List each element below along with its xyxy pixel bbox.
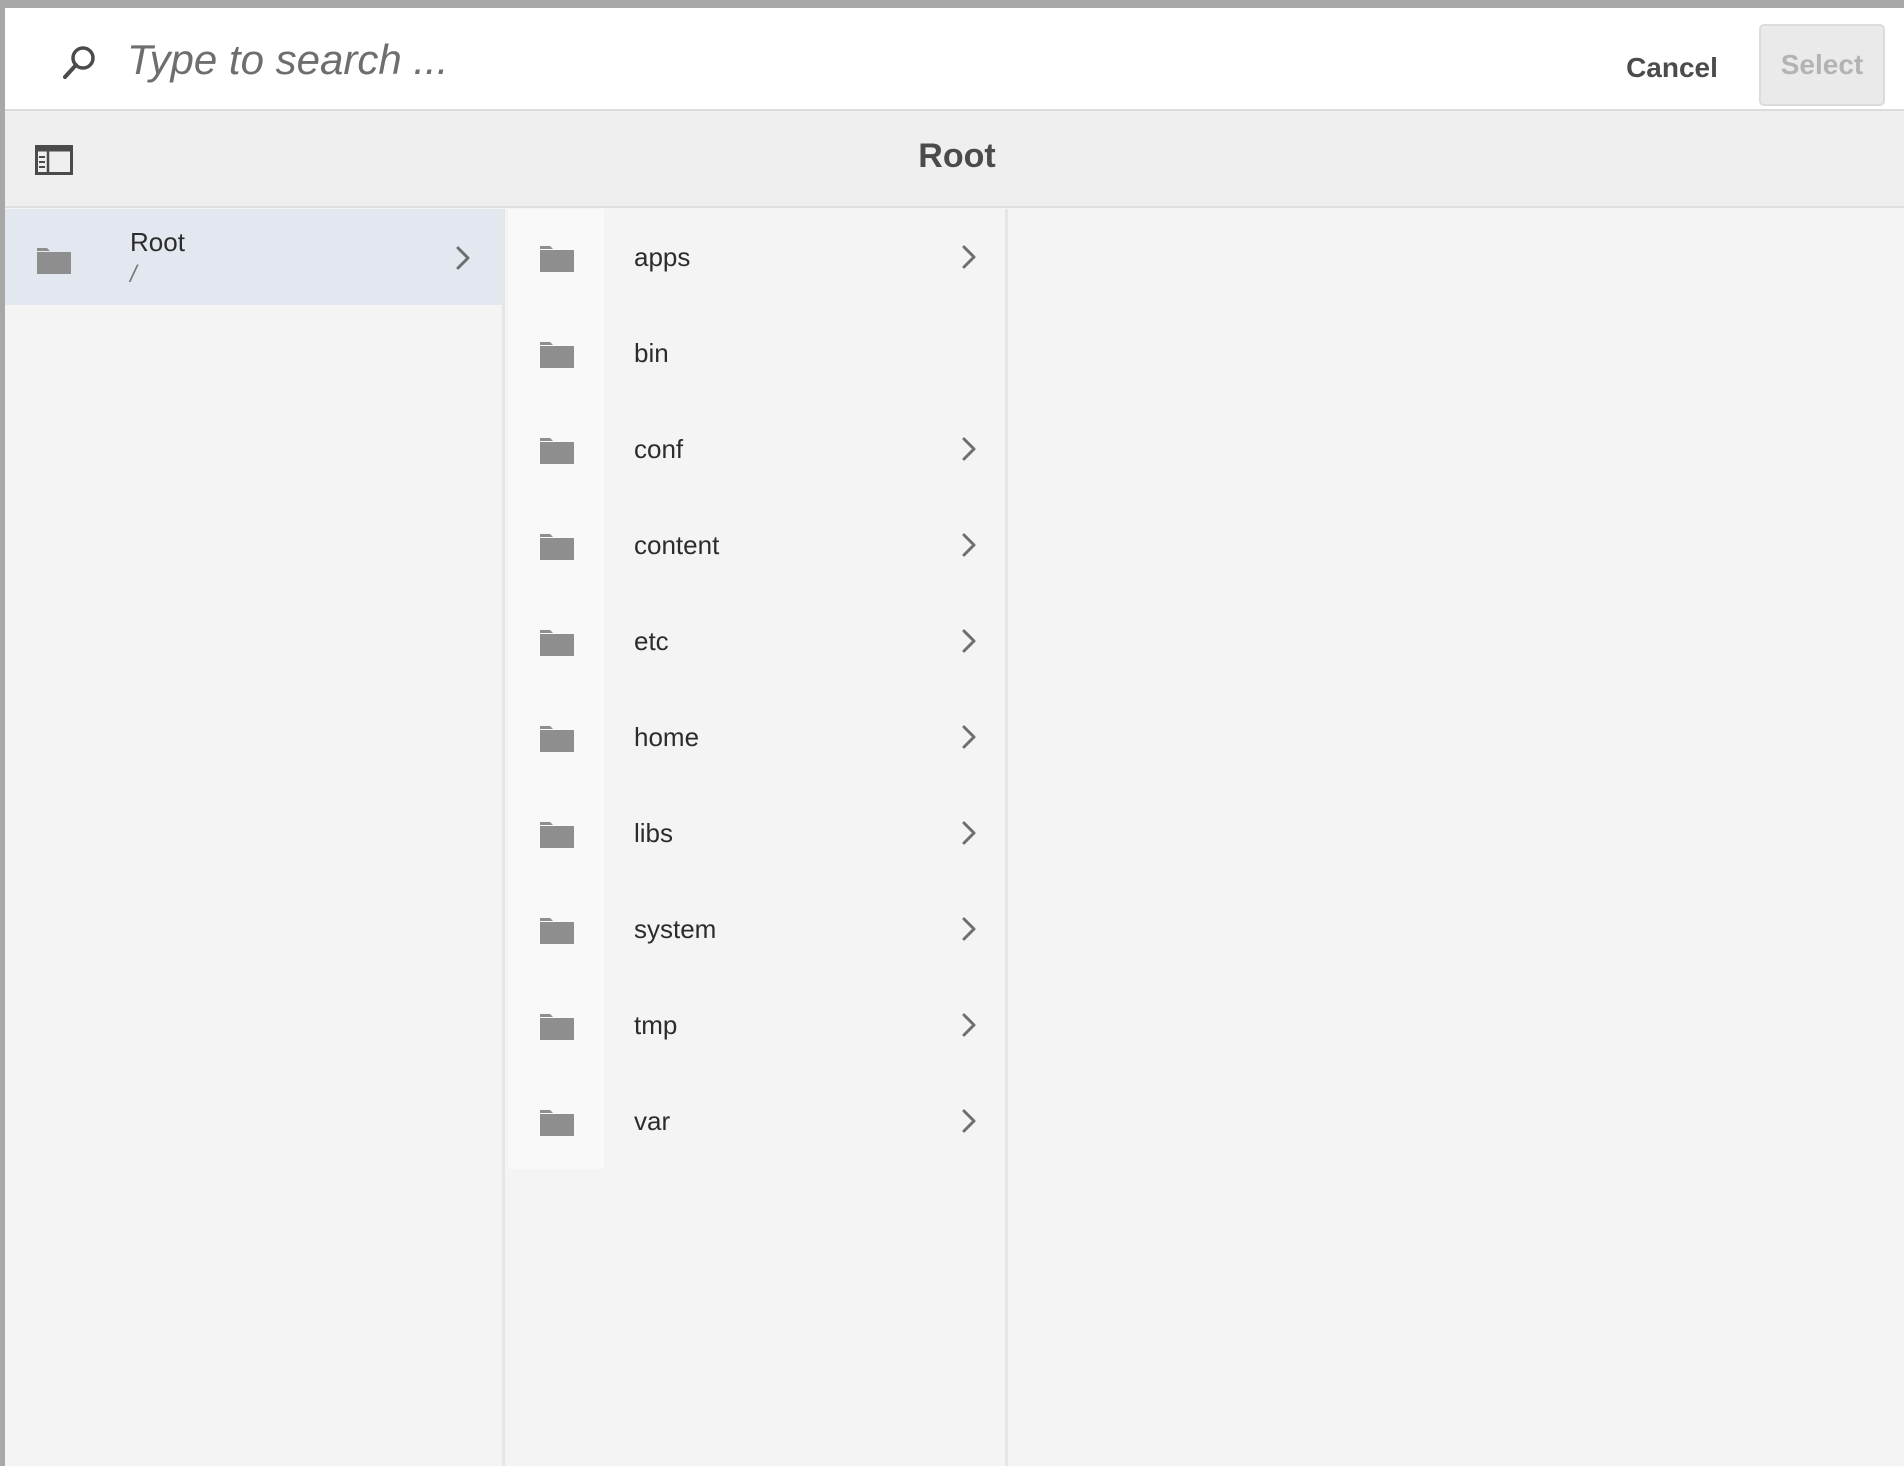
folder-icon bbox=[540, 918, 574, 944]
chevron-right-icon[interactable] bbox=[455, 245, 471, 271]
folder-icon bbox=[540, 246, 574, 272]
chevron-right-icon[interactable] bbox=[961, 820, 977, 846]
folder-icon bbox=[540, 534, 574, 560]
column-item-content[interactable]: content bbox=[508, 497, 1005, 593]
column-item-tmp[interactable]: tmp bbox=[508, 977, 1005, 1073]
column-item-root[interactable]: Root / bbox=[5, 209, 502, 305]
item-label: content bbox=[634, 530, 720, 560]
search-icon bbox=[63, 46, 95, 79]
cancel-button[interactable]: Cancel bbox=[1607, 30, 1737, 106]
title-bar: Root bbox=[5, 111, 1904, 208]
chevron-right-icon[interactable] bbox=[961, 724, 977, 750]
column-item-etc[interactable]: etc bbox=[508, 593, 1005, 689]
column-item-system[interactable]: system bbox=[508, 881, 1005, 977]
item-label: tmp bbox=[634, 1010, 678, 1040]
window-top-border bbox=[0, 0, 1904, 8]
item-label: Root bbox=[130, 227, 185, 257]
column-root: Root / bbox=[5, 209, 505, 1466]
column-empty bbox=[1011, 209, 1904, 1466]
column-item-apps[interactable]: apps bbox=[508, 209, 1005, 305]
folder-icon bbox=[540, 1110, 574, 1136]
item-path: / bbox=[130, 261, 137, 288]
chevron-right-icon[interactable] bbox=[961, 916, 977, 942]
search-bar: Cancel Select bbox=[5, 8, 1904, 111]
page-title: Root bbox=[918, 137, 996, 175]
column-item-bin[interactable]: bin bbox=[508, 305, 1005, 401]
chevron-right-icon[interactable] bbox=[961, 1108, 977, 1134]
folder-icon bbox=[540, 726, 574, 752]
search-input[interactable] bbox=[127, 32, 827, 88]
chevron-right-icon[interactable] bbox=[961, 532, 977, 558]
chevron-right-icon[interactable] bbox=[961, 1012, 977, 1038]
folder-icon bbox=[540, 438, 574, 464]
select-button[interactable]: Select bbox=[1759, 24, 1885, 106]
item-label: bin bbox=[634, 338, 669, 368]
folder-icon bbox=[540, 1014, 574, 1040]
item-label: apps bbox=[634, 242, 691, 272]
folder-icon bbox=[37, 248, 71, 274]
chevron-right-icon[interactable] bbox=[961, 436, 977, 462]
column-root-children: apps bin conf content etc home libs syst… bbox=[508, 209, 1008, 1466]
item-label: system bbox=[634, 914, 717, 944]
chevron-right-icon[interactable] bbox=[961, 628, 977, 654]
chevron-right-icon[interactable] bbox=[961, 244, 977, 270]
item-label: libs bbox=[634, 818, 674, 848]
column-item-libs[interactable]: libs bbox=[508, 785, 1005, 881]
folder-icon bbox=[540, 630, 574, 656]
item-label: conf bbox=[634, 434, 684, 464]
folder-icon bbox=[540, 822, 574, 848]
folder-icon bbox=[540, 342, 574, 368]
item-label: home bbox=[634, 722, 700, 752]
item-label: etc bbox=[634, 626, 669, 656]
column-item-home[interactable]: home bbox=[508, 689, 1005, 785]
column-item-conf[interactable]: conf bbox=[508, 401, 1005, 497]
column-item-var[interactable]: var bbox=[508, 1073, 1005, 1169]
item-label: var bbox=[634, 1106, 671, 1136]
